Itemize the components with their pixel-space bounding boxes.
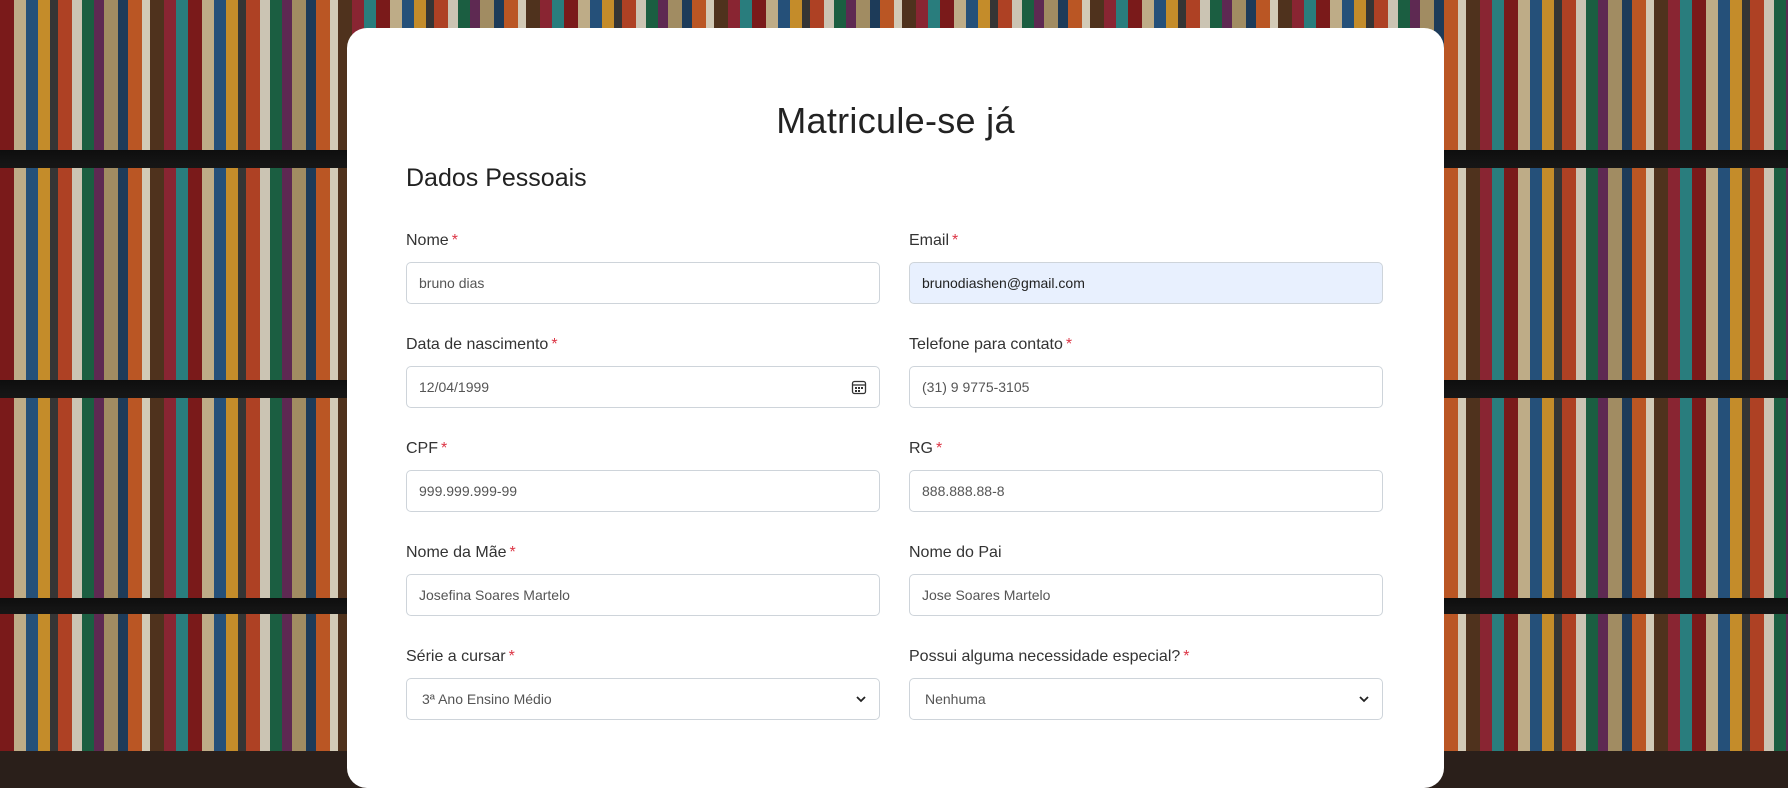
nascimento-label: Data de nascimento (406, 336, 549, 353)
email-label: Email (909, 232, 950, 249)
pai-label: Nome do Pai (909, 544, 1002, 561)
cpf-field: CPF * 999.999.999-99 (406, 438, 880, 512)
necessidade-field: Possui alguma necessidade especial? * Nen… (909, 646, 1383, 720)
telefone-input[interactable]: (31) 9 9775-3105 (909, 366, 1383, 408)
mae-field: Nome da Mãe * Josefina Soares Martelo (406, 542, 880, 616)
required-mark: * (936, 440, 943, 457)
nascimento-field: Data de nascimento * 12/04/1999 (406, 334, 880, 408)
required-mark: * (952, 232, 959, 249)
required-mark: * (1065, 336, 1073, 353)
chevron-down-icon (853, 691, 869, 707)
nascimento-input[interactable]: 12/04/1999 (406, 366, 880, 408)
telefone-field: Telefone para contato * (31) 9 9775-3105 (909, 334, 1383, 408)
calendar-icon[interactable] (851, 379, 867, 395)
required-mark: * (551, 336, 558, 353)
cpf-input[interactable]: 999.999.999-99 (406, 470, 880, 512)
required-mark: * (509, 544, 516, 561)
section-title: Dados Pessoais (406, 164, 587, 192)
serie-label: Série a cursar (406, 648, 506, 665)
rg-input[interactable]: 888.888.88-8 (909, 470, 1383, 512)
enrollment-form-card: Matricule-se já Dados Pessoais Nome * bru… (347, 28, 1444, 788)
mae-input[interactable]: Josefina Soares Martelo (406, 574, 880, 616)
pai-input[interactable]: Jose Soares Martelo (909, 574, 1383, 616)
pai-field: Nome do Pai Jose Soares Martelo (909, 542, 1383, 616)
required-mark: * (451, 232, 458, 249)
required-mark: * (441, 440, 448, 457)
rg-field: RG * 888.888.88-8 (909, 438, 1383, 512)
telefone-label: Telefone para contato (909, 336, 1063, 353)
necessidade-label: Possui alguma necessidade especial? (909, 648, 1181, 665)
necessidade-select[interactable]: Nenhuma (909, 678, 1383, 720)
serie-field: Série a cursar * 3ª Ano Ensino Médio (406, 646, 880, 720)
email-field: Email * brunodiashen@gmail.com (909, 230, 1383, 304)
cpf-label: CPF (406, 440, 438, 457)
serie-select[interactable]: 3ª Ano Ensino Médio (406, 678, 880, 720)
mae-label: Nome da Mãe (406, 544, 507, 561)
nome-field: Nome * bruno dias (406, 230, 880, 304)
email-input[interactable]: brunodiashen@gmail.com (909, 262, 1383, 304)
required-mark: * (1183, 648, 1190, 665)
required-mark: * (508, 648, 515, 665)
chevron-down-icon (1356, 691, 1372, 707)
page-title: Matricule-se já (776, 100, 1015, 141)
rg-label: RG (909, 440, 933, 457)
nome-input[interactable]: bruno dias (406, 262, 880, 304)
nome-label: Nome (406, 232, 449, 249)
